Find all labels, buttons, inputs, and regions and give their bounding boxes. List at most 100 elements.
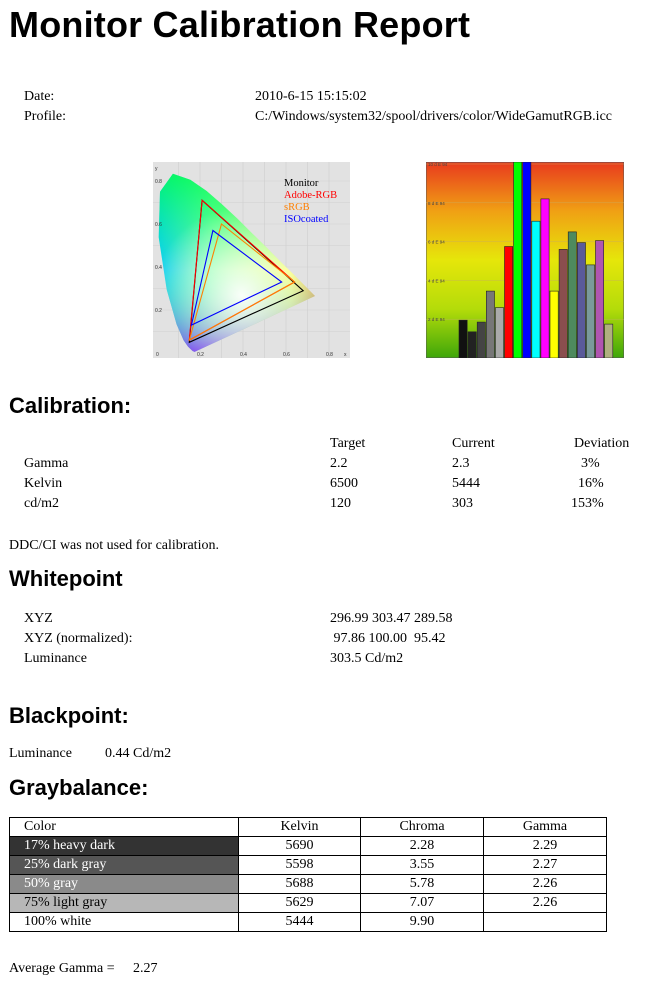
table-row: 100% white 5444 9.90 xyxy=(9,912,607,932)
delta-e-bar xyxy=(604,323,614,358)
cell-kelvin: 5629 xyxy=(238,893,361,913)
average-gamma-value: 2.27 xyxy=(133,961,158,976)
blackpoint-heading: Blackpoint: xyxy=(9,703,129,728)
whitepoint-label: XYZ (normalized): xyxy=(24,631,133,646)
table-header-row: Color Kelvin Chroma Gamma xyxy=(9,817,607,837)
calibration-row-current: 303 xyxy=(452,496,473,511)
header-gamma: Gamma xyxy=(483,817,607,837)
graybalance-table: Color Kelvin Chroma Gamma 17% heavy dark… xyxy=(9,817,607,932)
calibration-row-current: 2.3 xyxy=(452,456,470,471)
cell-color: 100% white xyxy=(9,912,239,932)
calibration-row-target: 2.2 xyxy=(330,456,348,471)
cell-gamma: 2.26 xyxy=(483,893,607,913)
delta-e-bar xyxy=(595,240,604,358)
calibration-row-deviation: 153% xyxy=(571,496,604,511)
date-label: Date: xyxy=(24,89,55,104)
calibration-row-target: 6500 xyxy=(330,476,358,491)
legend-adobe-rgb: Adobe-RGB xyxy=(284,190,337,201)
delta-e-bar xyxy=(476,321,486,358)
calibration-row-label: Kelvin xyxy=(24,476,63,491)
cie-x-tick: 0 xyxy=(156,352,159,358)
calibration-header-deviation: Deviation xyxy=(574,436,630,451)
cie-x-tick: 0.2 xyxy=(197,352,204,358)
cell-kelvin: 5444 xyxy=(238,912,361,932)
graybalance-heading: Graybalance: xyxy=(9,775,149,800)
cell-gamma: 2.29 xyxy=(483,836,607,856)
calibration-heading: Calibration: xyxy=(9,393,132,418)
delta-e-bar xyxy=(522,162,532,358)
whitepoint-value: 296.99 303.47 289.58 xyxy=(330,611,453,626)
whitepoint-label: XYZ xyxy=(24,611,53,626)
ddc-note: DDC/CI was not used for calibration. xyxy=(9,538,219,553)
cie-x-tick: 0.8 xyxy=(326,352,333,358)
delta-e-bar xyxy=(513,162,523,358)
bar-y-tick: 10 d E 94 xyxy=(428,162,448,167)
calibration-row-label: Gamma xyxy=(24,456,69,471)
cell-color: 75% light gray xyxy=(9,893,239,913)
delta-e-bar xyxy=(504,246,513,358)
whitepoint-label: Luminance xyxy=(24,651,87,666)
calibration-header-current: Current xyxy=(452,436,495,451)
date-value: 2010-6-15 15:15:02 xyxy=(255,89,367,104)
table-row: 25% dark gray 5598 3.55 2.27 xyxy=(9,855,607,875)
cell-kelvin: 5690 xyxy=(238,836,361,856)
calibration-row-target: 120 xyxy=(330,496,351,511)
cell-chroma: 7.07 xyxy=(360,893,484,913)
cell-gamma xyxy=(483,912,607,932)
cell-chroma: 2.28 xyxy=(360,836,484,856)
delta-e-bar xyxy=(495,307,504,358)
delta-e-bar xyxy=(467,331,477,358)
bar-y-tick: 4 d E 94 xyxy=(428,278,445,283)
calibration-row-deviation: 3% xyxy=(581,456,600,471)
bar-y-tick: 6 d E 94 xyxy=(428,240,445,245)
legend-monitor: Monitor xyxy=(284,178,319,189)
cie-y-tick: 0.8 xyxy=(155,179,162,185)
delta-e-bar xyxy=(485,290,495,358)
cell-chroma: 3.55 xyxy=(360,855,484,875)
delta-e-bar xyxy=(586,264,595,358)
delta-e-bar xyxy=(558,249,568,358)
cie-gamut-diagram: 0 0.2 0.4 0.6 0.80.20.40.60.8 y x Monitor Ad… xyxy=(153,162,350,358)
whitepoint-value: 303.5 Cd/m2 xyxy=(330,651,404,666)
cell-color: 50% gray xyxy=(9,874,239,894)
average-gamma-label: Average Gamma = xyxy=(9,961,115,976)
delta-e-bar xyxy=(458,319,468,358)
delta-e-bar xyxy=(567,231,577,358)
legend-srgb: sRGB xyxy=(284,202,310,213)
cell-gamma: 2.27 xyxy=(483,855,607,875)
blackpoint-label: Luminance xyxy=(9,746,72,761)
delta-e-bar xyxy=(549,290,559,358)
delta-e-bar xyxy=(577,242,586,358)
bar-y-tick: 2 d E 94 xyxy=(428,317,445,322)
cell-kelvin: 5598 xyxy=(238,855,361,875)
cie-y-tick: 0.6 xyxy=(155,222,162,228)
calibration-header-target: Target xyxy=(330,436,366,451)
legend-isocoated: ISOcoated xyxy=(284,214,329,225)
delta-e-bar xyxy=(531,220,541,358)
blackpoint-value: 0.44 Cd/m2 xyxy=(105,746,172,761)
calibration-row-deviation: 16% xyxy=(578,476,604,491)
delta-e-bar xyxy=(540,198,550,358)
cell-kelvin: 5688 xyxy=(238,874,361,894)
table-row: 75% light gray 5629 7.07 2.26 xyxy=(9,893,607,913)
cell-color: 25% dark gray xyxy=(9,855,239,875)
calibration-row-label: cd/m2 xyxy=(24,496,59,511)
cell-gamma: 2.26 xyxy=(483,874,607,894)
cell-chroma: 5.78 xyxy=(360,874,484,894)
table-row: 17% heavy dark 5690 2.28 2.29 xyxy=(9,836,607,856)
whitepoint-value: 97.86 100.00 95.42 xyxy=(330,631,446,646)
cell-chroma: 9.90 xyxy=(360,912,484,932)
bar-y-tick: 8 d E 94 xyxy=(428,201,445,206)
delta-e-bar-chart: 2 d E 94 4 d E 94 6 d E 94 8 d E 94 10 d E 9… xyxy=(426,162,624,358)
cie-x-tick: 0.4 xyxy=(240,352,247,358)
header-chroma: Chroma xyxy=(360,817,484,837)
profile-value: C:/Windows/system32/spool/drivers/color/… xyxy=(255,109,612,124)
cie-x-tick: 0.6 xyxy=(283,352,290,358)
whitepoint-heading: Whitepoint xyxy=(9,566,123,591)
calibration-row-current: 5444 xyxy=(452,476,480,491)
cie-y-tick: 0.2 xyxy=(155,308,162,314)
profile-label: Profile: xyxy=(24,109,66,124)
table-row: 50% gray 5688 5.78 2.26 xyxy=(9,874,607,894)
report-title: Monitor Calibration Report xyxy=(9,4,471,45)
header-color: Color xyxy=(9,817,239,837)
